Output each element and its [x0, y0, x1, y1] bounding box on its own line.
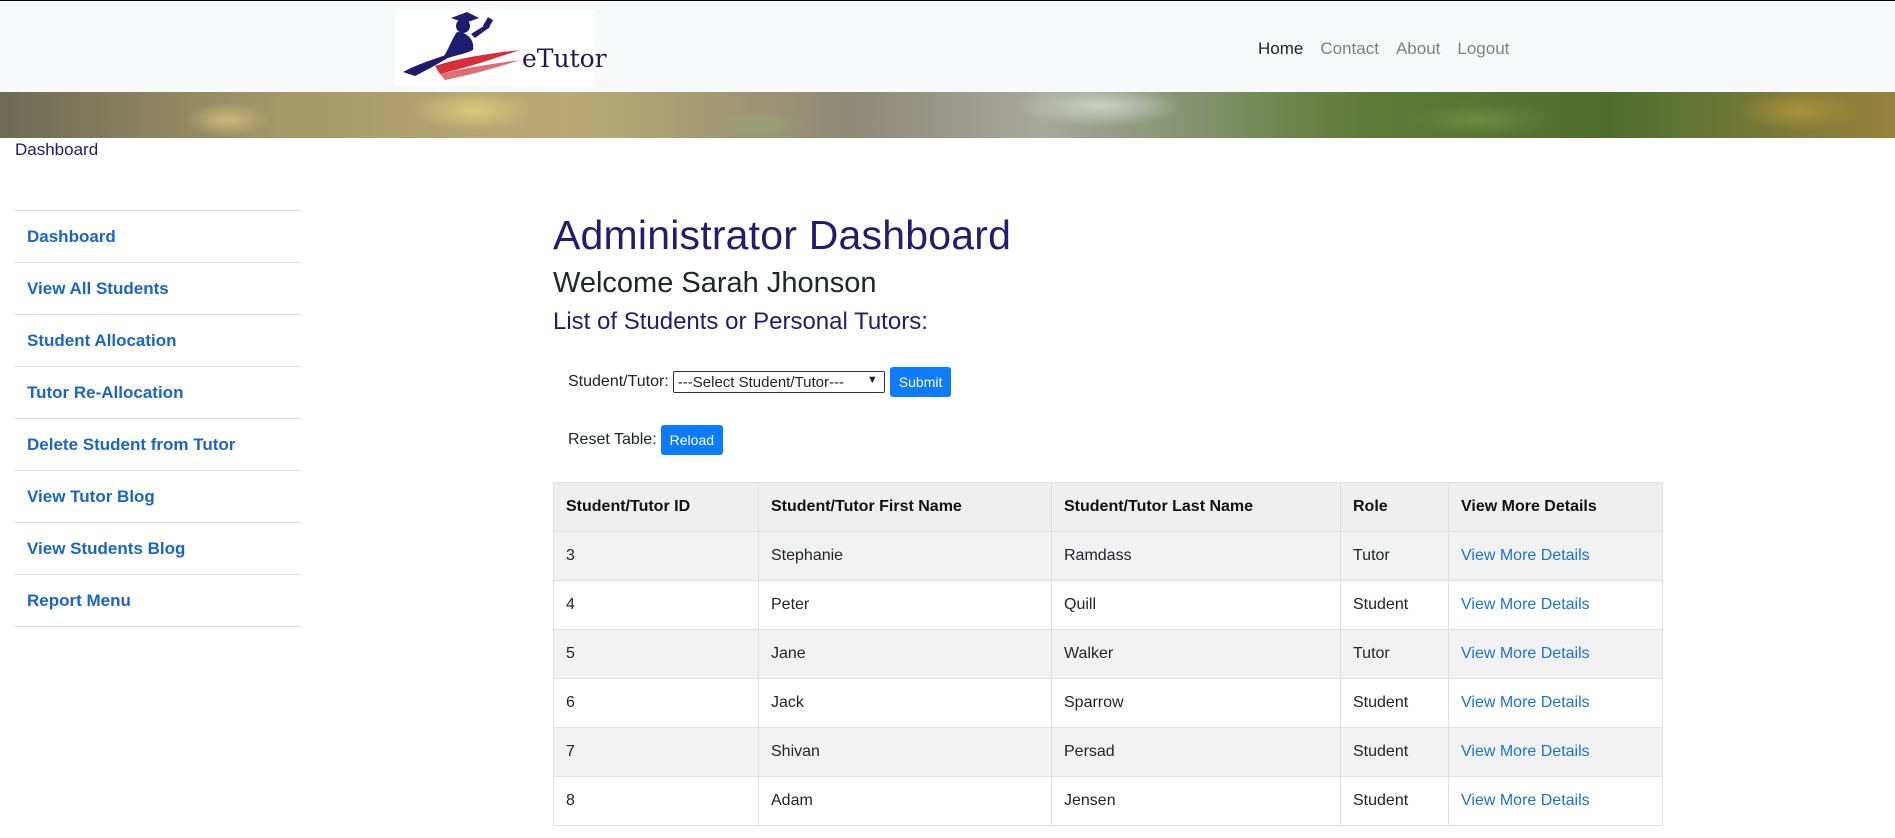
- table-row: 5 Jane Walker Tutor View More Details: [553, 629, 1663, 679]
- cell-id: 4: [553, 580, 759, 630]
- breadcrumb: Dashboard: [15, 140, 99, 159]
- view-more-details-link[interactable]: View More Details: [1461, 743, 1590, 760]
- cell-role: Student: [1340, 776, 1449, 826]
- sidebar-item-view-tutor-blog[interactable]: View Tutor Blog: [14, 471, 301, 523]
- sidebar-item-tutor-reallocation[interactable]: Tutor Re-Allocation: [14, 367, 301, 419]
- cell-details: View More Details: [1448, 629, 1663, 679]
- student-tutor-select[interactable]: ---Select Student/Tutor--- ▼: [672, 371, 885, 393]
- view-more-details-link[interactable]: View More Details: [1461, 645, 1590, 662]
- cell-last-name: Jensen: [1051, 776, 1341, 826]
- cell-details: View More Details: [1448, 531, 1663, 581]
- cell-last-name: Ramdass: [1051, 531, 1341, 581]
- table-row: 7 Shivan Persad Student View More Detail…: [553, 727, 1663, 777]
- cell-role: Tutor: [1340, 629, 1449, 679]
- view-more-details-link[interactable]: View More Details: [1461, 792, 1590, 809]
- col-details-header: View More Details: [1448, 482, 1663, 532]
- cell-last-name: Quill: [1051, 580, 1341, 630]
- reset-form: Reset Table: Reload: [568, 425, 724, 455]
- view-more-details-link[interactable]: View More Details: [1461, 694, 1590, 711]
- cell-first-name: Jane: [758, 629, 1052, 679]
- welcome-heading: Welcome Sarah Jhonson: [553, 267, 877, 299]
- main-content: Administrator Dashboard Welcome Sarah Jh…: [553, 212, 1663, 826]
- cell-role: Tutor: [1340, 531, 1449, 581]
- sidebar-item-delete-student[interactable]: Delete Student from Tutor: [14, 419, 301, 471]
- cell-last-name: Persad: [1051, 727, 1341, 777]
- cell-details: View More Details: [1448, 678, 1663, 728]
- cell-first-name: Shivan: [758, 727, 1052, 777]
- nav-logout[interactable]: Logout: [1457, 39, 1509, 59]
- cell-role: Student: [1340, 678, 1449, 728]
- main-nav: Home Contact About Logout: [1258, 39, 1526, 59]
- cell-details: View More Details: [1448, 727, 1663, 777]
- col-id-header: Student/Tutor ID: [553, 482, 759, 532]
- view-more-details-link[interactable]: View More Details: [1461, 547, 1590, 564]
- cell-first-name: Jack: [758, 678, 1052, 728]
- sidebar-item-view-students-blog[interactable]: View Students Blog: [14, 523, 301, 575]
- cell-first-name: Adam: [758, 776, 1052, 826]
- cell-id: 5: [553, 629, 759, 679]
- page-title: Administrator Dashboard: [553, 212, 1012, 258]
- navbar: eTutor Home Contact About Logout: [0, 1, 1895, 92]
- table-row: 6 Jack Sparrow Student View More Details: [553, 678, 1663, 728]
- col-role-header: Role: [1340, 482, 1449, 532]
- cell-id: 8: [553, 776, 759, 826]
- reload-button[interactable]: Reload: [660, 425, 724, 455]
- nav-about[interactable]: About: [1396, 39, 1440, 59]
- view-more-details-link[interactable]: View More Details: [1461, 596, 1590, 613]
- sidebar-item-student-allocation[interactable]: Student Allocation: [14, 315, 301, 367]
- campus-banner-image: [0, 92, 1895, 138]
- sidebar-item-report-menu[interactable]: Report Menu: [14, 575, 301, 627]
- cell-id: 7: [553, 727, 759, 777]
- sidebar: Dashboard View All Students Student Allo…: [14, 210, 301, 627]
- sidebar-item-view-all-students[interactable]: View All Students: [14, 263, 301, 315]
- cell-role: Student: [1340, 727, 1449, 777]
- list-heading: List of Students or Personal Tutors:: [553, 308, 928, 335]
- table-row: 3 Stephanie Ramdass Tutor View More Deta…: [553, 531, 1663, 581]
- table-header-row: Student/Tutor ID Student/Tutor First Nam…: [553, 482, 1663, 532]
- filter-form: Student/Tutor: ---Select Student/Tutor--…: [568, 367, 952, 397]
- graduate-figure-icon: [403, 12, 520, 80]
- cell-id: 6: [553, 678, 759, 728]
- dropdown-arrow-icon: ▼: [866, 374, 878, 386]
- reset-label: Reset Table:: [568, 431, 657, 448]
- cell-last-name: Sparrow: [1051, 678, 1341, 728]
- cell-first-name: Peter: [758, 580, 1052, 630]
- cell-role: Student: [1340, 580, 1449, 630]
- sidebar-item-dashboard[interactable]: Dashboard: [14, 211, 301, 263]
- cell-details: View More Details: [1448, 776, 1663, 826]
- etutor-logo[interactable]: eTutor: [395, 10, 607, 86]
- nav-contact[interactable]: Contact: [1320, 39, 1379, 59]
- nav-home[interactable]: Home: [1258, 39, 1303, 59]
- cell-id: 3: [553, 531, 759, 581]
- col-last-name-header: Student/Tutor Last Name: [1051, 482, 1341, 532]
- table-row: 4 Peter Quill Student View More Details: [553, 580, 1663, 630]
- filter-label: Student/Tutor:: [568, 373, 669, 390]
- col-first-name-header: Student/Tutor First Name: [758, 482, 1052, 532]
- cell-details: View More Details: [1448, 580, 1663, 630]
- table-row: 8 Adam Jensen Student View More Details: [553, 776, 1663, 826]
- cell-first-name: Stephanie: [758, 531, 1052, 581]
- submit-button[interactable]: Submit: [889, 367, 952, 397]
- select-value: ---Select Student/Tutor---: [677, 373, 844, 391]
- cell-last-name: Walker: [1051, 629, 1341, 679]
- logo-text: eTutor: [522, 44, 607, 73]
- students-tutors-table: Student/Tutor ID Student/Tutor First Nam…: [553, 482, 1663, 826]
